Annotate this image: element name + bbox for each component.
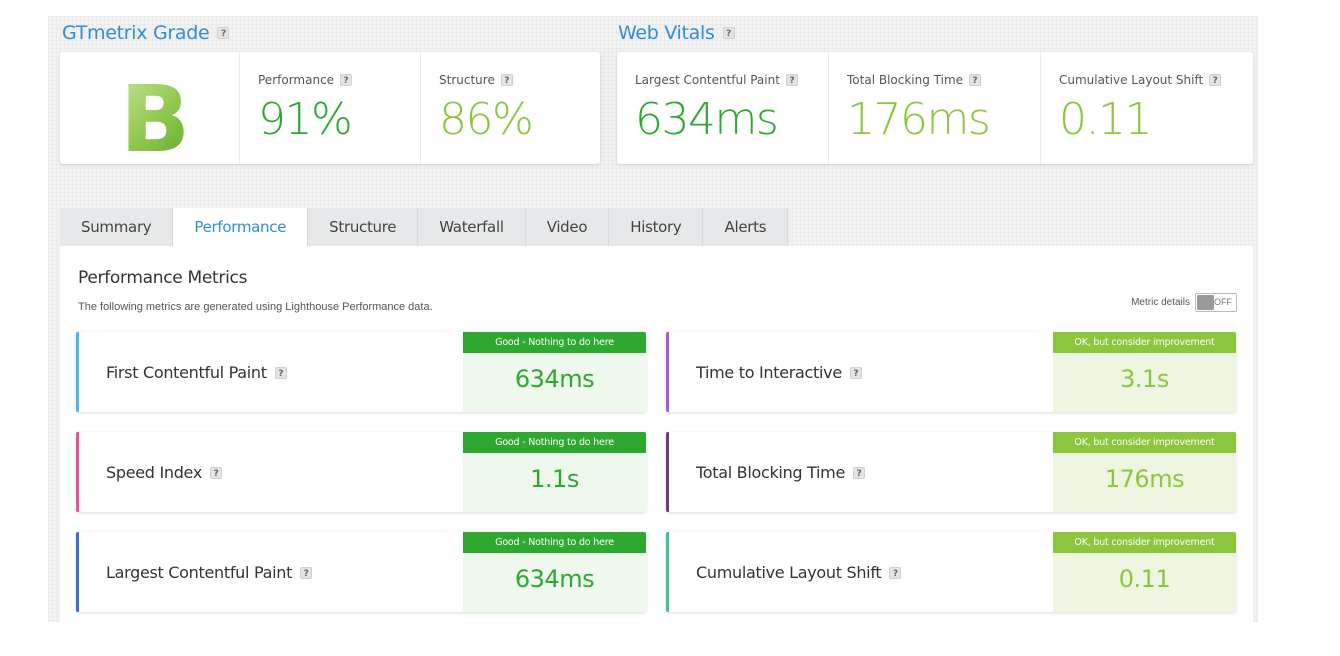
vital-cls-value: 0.11 (1059, 94, 1152, 145)
vital-tbt-cell: Total Blocking Time ? 176ms (829, 52, 1041, 164)
metric-score-box: OK, but consider improvement 3.1s (1053, 332, 1236, 412)
metric-details-toggle[interactable]: OFF (1195, 293, 1237, 312)
web-vitals-heading: Web Vitals ? (618, 22, 735, 44)
metric-accent-bar (76, 532, 79, 612)
metric-status-badge: Good - Nothing to do here (463, 432, 646, 453)
metric-card-speed-index: Speed Index? Good - Nothing to do here 1… (76, 432, 646, 512)
performance-tab-panel: Performance Metrics The following metric… (60, 246, 1253, 622)
help-icon[interactable]: ? (1209, 74, 1222, 86)
metric-name: First Contentful Paint (106, 363, 267, 382)
metric-accent-bar (666, 432, 669, 512)
metric-status-badge: OK, but consider improvement (1053, 432, 1236, 453)
metric-name: Time to Interactive (696, 363, 842, 382)
structure-score-value: 86% (439, 94, 534, 145)
vital-cls-cell: Cumulative Layout Shift ? 0.11 (1041, 52, 1253, 164)
structure-score-cell: Structure ? 86% (421, 52, 600, 164)
metric-value: 0.11 (1118, 565, 1171, 593)
metric-card-largest-contentful-paint: Largest Contentful Paint? Good - Nothing… (76, 532, 646, 612)
metric-name: Largest Contentful Paint (106, 563, 293, 582)
grade-card: B Performance ? 91% Structure ? 86% (60, 52, 600, 173)
tab-summary[interactable]: Summary (60, 208, 174, 246)
web-vitals-title: Web Vitals (618, 22, 715, 44)
help-icon[interactable]: ? (969, 74, 982, 86)
metric-name: Cumulative Layout Shift (696, 563, 882, 582)
structure-score-label: Structure (439, 73, 495, 87)
help-icon[interactable]: ? (300, 566, 313, 579)
metric-name: Total Blocking Time (696, 463, 846, 482)
vital-lcp-label: Largest Contentful Paint (635, 73, 780, 87)
metric-card-time-to-interactive: Time to Interactive? OK, but consider im… (666, 332, 1236, 412)
metric-status-badge: Good - Nothing to do here (463, 532, 646, 553)
gtmetrix-grade-title: GTmetrix Grade (62, 22, 210, 44)
toggle-knob (1197, 295, 1214, 310)
grade-cell: B (60, 52, 240, 173)
tab-structure[interactable]: Structure (308, 208, 419, 246)
metric-value: 3.1s (1120, 365, 1169, 393)
toggle-state-label: OFF (1214, 297, 1232, 307)
tab-video[interactable]: Video (525, 208, 610, 246)
metric-card-cumulative-layout-shift: Cumulative Layout Shift? OK, but conside… (666, 532, 1236, 612)
metric-card-total-blocking-time: Total Blocking Time? OK, but consider im… (666, 432, 1236, 512)
metric-score-box: OK, but consider improvement 176ms (1053, 432, 1236, 512)
help-icon[interactable]: ? (500, 74, 513, 86)
metric-value: 634ms (514, 365, 595, 393)
help-icon[interactable]: ? (210, 466, 222, 479)
vital-tbt-label: Total Blocking Time (847, 73, 964, 87)
metric-score-box: Good - Nothing to do here 634ms (463, 332, 646, 412)
performance-metrics-subtitle: The following metrics are generated usin… (78, 301, 433, 313)
help-icon[interactable]: ? (849, 366, 862, 379)
vital-cls-label: Cumulative Layout Shift (1059, 73, 1204, 87)
help-icon[interactable]: ? (853, 466, 866, 479)
metric-card-first-contentful-paint: First Contentful Paint? Good - Nothing t… (76, 332, 646, 412)
metric-accent-bar (76, 432, 79, 512)
metric-details-label: Metric details (1131, 297, 1190, 308)
report-tabs: Summary Performance Structure Waterfall … (60, 208, 789, 246)
web-vitals-card: Largest Contentful Paint ? 634ms Total B… (617, 52, 1253, 164)
help-icon[interactable]: ? (889, 566, 902, 579)
metric-value: 176ms (1104, 465, 1185, 493)
help-icon[interactable]: ? (785, 74, 798, 86)
grade-letter: B (120, 66, 191, 173)
metric-score-box: OK, but consider improvement 0.11 (1053, 532, 1236, 612)
tab-performance[interactable]: Performance (173, 208, 309, 246)
metric-value: 634ms (514, 565, 595, 593)
gtmetrix-grade-heading: GTmetrix Grade ? (62, 22, 230, 44)
metric-value: 1.1s (530, 465, 579, 493)
help-icon[interactable]: ? (217, 27, 230, 39)
metric-accent-bar (76, 332, 79, 412)
help-icon[interactable]: ? (722, 27, 735, 39)
performance-score-label: Performance (258, 73, 335, 87)
help-icon[interactable]: ? (340, 74, 353, 86)
vital-lcp-cell: Largest Contentful Paint ? 634ms (617, 52, 829, 164)
metric-details-control: Metric details OFF (1131, 293, 1237, 312)
help-icon[interactable]: ? (274, 366, 287, 379)
performance-score-value: 91% (258, 94, 353, 145)
performance-metrics-title: Performance Metrics (78, 268, 248, 288)
metric-score-box: Good - Nothing to do here 1.1s (463, 432, 646, 512)
metric-status-badge: OK, but consider improvement (1053, 532, 1236, 553)
metric-status-badge: OK, but consider improvement (1053, 332, 1236, 353)
metric-score-box: Good - Nothing to do here 634ms (463, 532, 646, 612)
vital-tbt-value: 176ms (847, 94, 991, 145)
metric-accent-bar (666, 332, 669, 412)
metric-accent-bar (666, 532, 669, 612)
performance-score-cell: Performance ? 91% (240, 52, 421, 164)
vital-lcp-value: 634ms (635, 94, 779, 145)
metric-name: Speed Index (106, 463, 202, 482)
tab-alerts[interactable]: Alerts (703, 208, 789, 246)
tab-history[interactable]: History (609, 208, 704, 246)
metric-status-badge: Good - Nothing to do here (463, 332, 646, 353)
tab-waterfall[interactable]: Waterfall (418, 208, 526, 246)
